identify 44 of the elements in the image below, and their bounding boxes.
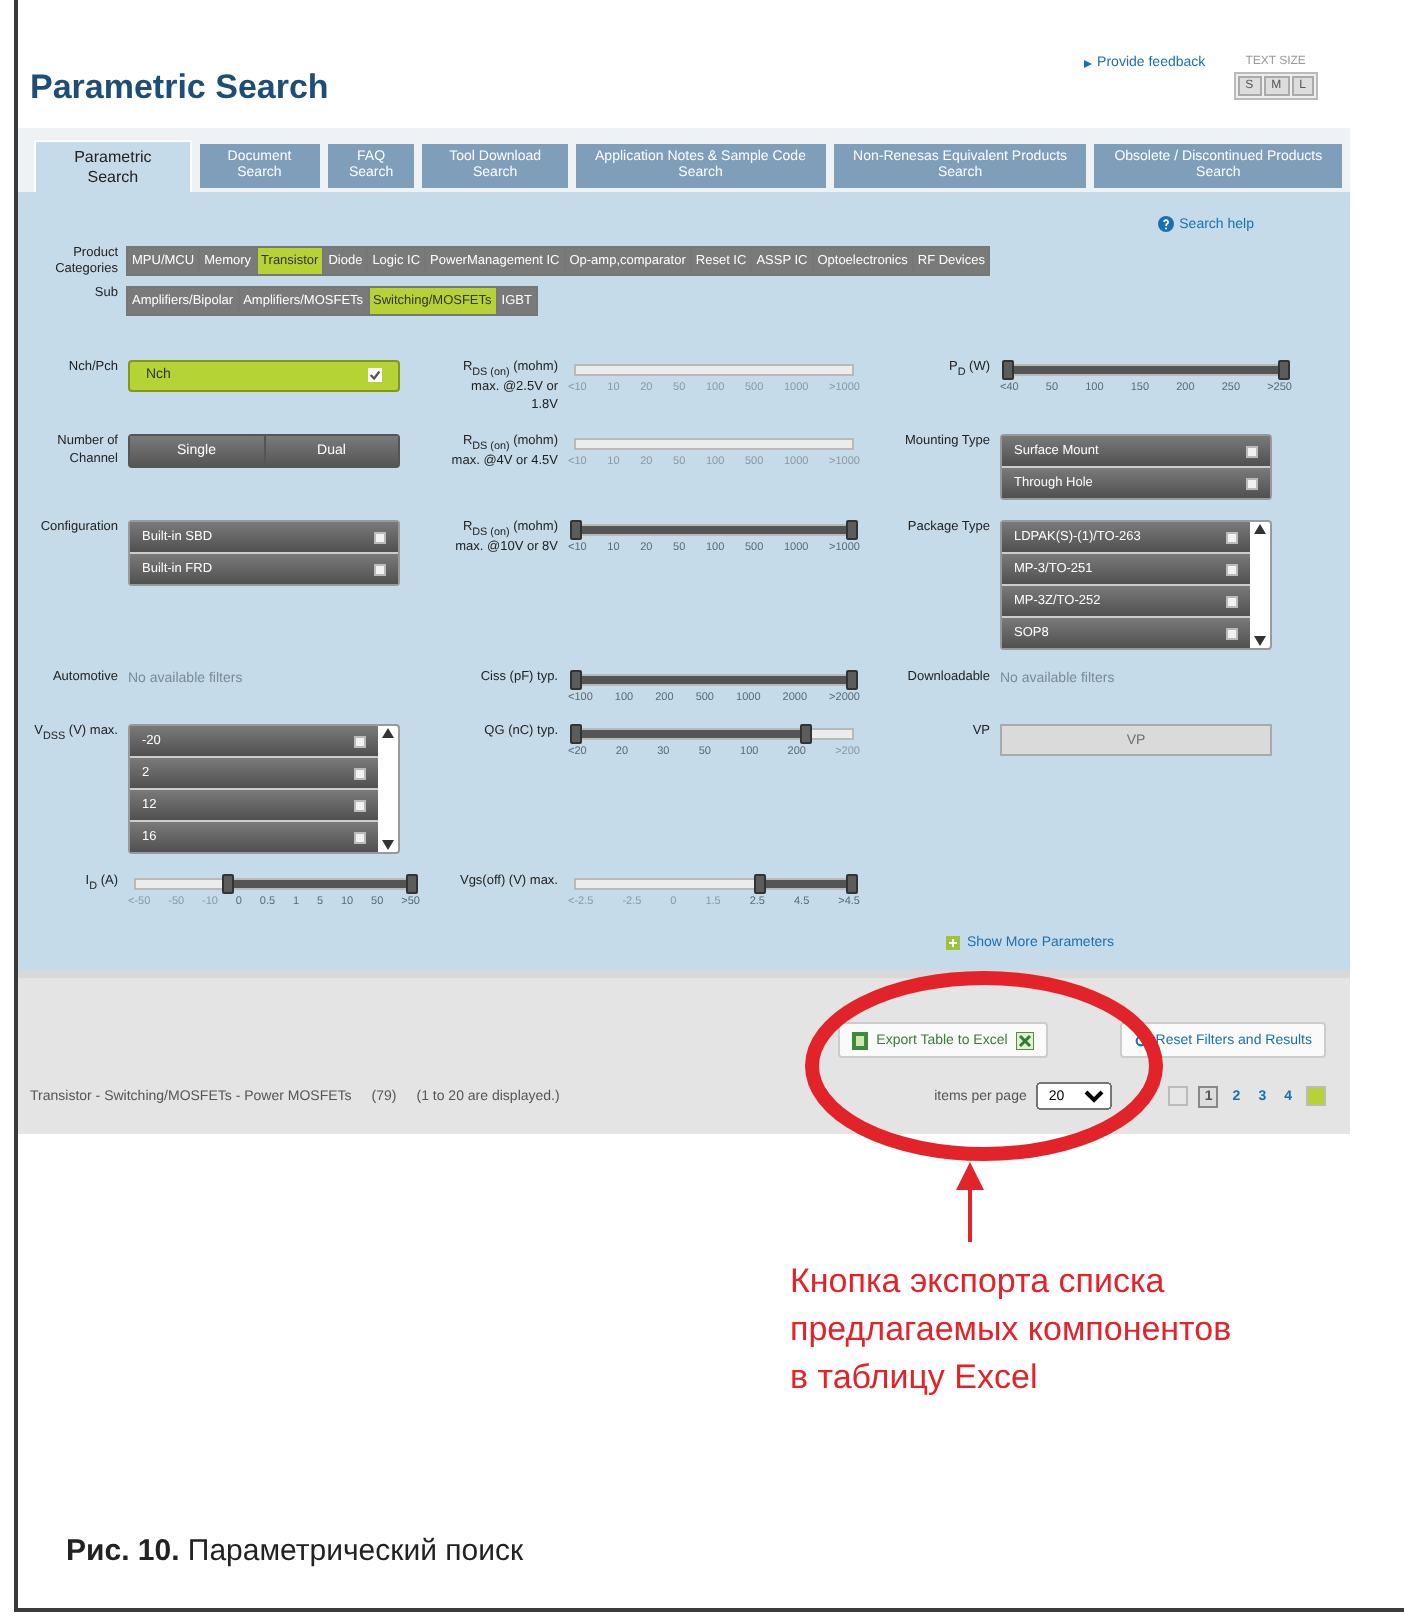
arrow-up-icon [956,1162,984,1243]
checkbox[interactable] [354,735,366,748]
checkbox[interactable] [1226,595,1238,608]
scroll-up-icon[interactable] [382,728,394,739]
slider-handle[interactable] [570,520,582,541]
scroll-down-icon[interactable] [1254,636,1266,647]
search-tab[interactable]: Parametric Search [34,140,192,192]
slider-handle[interactable] [800,724,812,745]
checkbox[interactable] [1226,563,1238,576]
page-title: Parametric Search [30,68,329,108]
help-icon [1157,216,1174,232]
slider-track[interactable] [574,878,854,891]
slider-handle[interactable] [1002,359,1014,380]
checkbox[interactable] [374,563,386,576]
checkbox[interactable] [1226,627,1238,640]
slider-track[interactable] [574,438,854,451]
excel-icon [1015,1031,1034,1050]
scroll-down-icon[interactable] [382,840,394,851]
slider-handle[interactable] [754,874,766,895]
checkbox[interactable] [354,767,366,780]
slider-handle[interactable] [846,670,858,691]
slider-track[interactable] [134,878,414,891]
checkbox[interactable] [354,831,366,844]
checkbox[interactable] [374,531,386,544]
checkbox[interactable] [1226,531,1238,544]
annotation-text: Кнопка экспорта списка предлагаемых компонентов в таблицу Excel [790,1260,1234,1400]
slider-track[interactable] [574,363,854,376]
scroll-up-icon[interactable] [1254,524,1266,535]
arrow-icon [1083,59,1092,67]
checkbox[interactable] [1246,477,1258,490]
slider-handle[interactable] [846,874,858,895]
slider-handle[interactable] [570,670,582,691]
spreadsheet-icon [852,1031,869,1050]
plus-icon [946,936,961,951]
slider-handle[interactable] [406,874,418,895]
slider-track[interactable] [574,728,854,741]
refresh-icon [1133,1033,1148,1048]
checkbox[interactable] [354,799,366,812]
slider-handle[interactable] [222,874,234,895]
checkbox[interactable] [1246,445,1258,458]
slider-handle[interactable] [1278,359,1290,380]
figure-caption: Рис. 10. Параметрический поиск [66,1534,526,1568]
slider-handle[interactable] [570,724,582,745]
slider-handle[interactable] [846,520,858,541]
